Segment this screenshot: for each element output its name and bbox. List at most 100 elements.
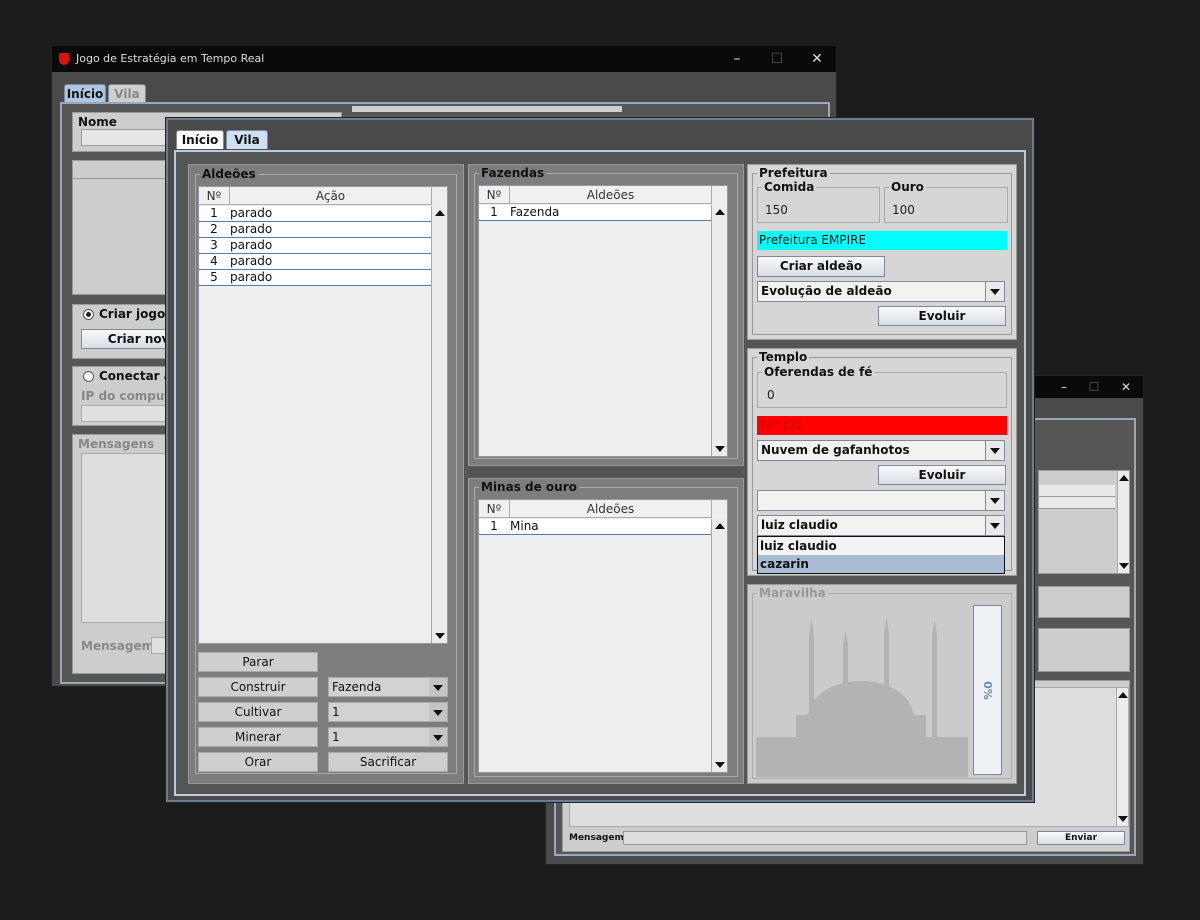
scroll-down-icon[interactable] [715, 446, 725, 452]
tab-vila[interactable]: Vila [108, 84, 146, 103]
table-row[interactable]: 1 parado [199, 206, 432, 222]
orar-button[interactable]: Orar [198, 752, 318, 772]
table-row[interactable]: 1 Fazenda [479, 205, 712, 221]
criar-aldeao-button[interactable]: Criar aldeão [757, 256, 885, 277]
minimize-icon[interactable]: – [1049, 376, 1079, 398]
row-value: parado [230, 238, 273, 252]
sacrificar-button[interactable]: Sacrificar [328, 752, 448, 772]
evolucao-select[interactable]: Evolução de aldeão [757, 281, 1005, 302]
close-icon[interactable]: ✕ [1111, 376, 1141, 398]
fazendas-title: Fazendas [479, 166, 547, 180]
chevron-down-icon[interactable] [985, 491, 1004, 510]
templo-title: Templo [757, 350, 810, 364]
table-row[interactable]: 1 Mina [479, 519, 712, 535]
criar-jogo-radio[interactable] [83, 309, 94, 320]
maravilha-progress-bar: 0% [973, 605, 1002, 775]
enviar-button[interactable]: Enviar [1037, 831, 1125, 845]
col-acao-header[interactable]: Ação [230, 187, 432, 205]
player-dropdown-list[interactable]: luiz claudio cazarin [757, 536, 1005, 574]
players-table [1038, 470, 1130, 574]
chevron-down-icon[interactable] [429, 678, 447, 696]
parar-button[interactable]: Parar [198, 652, 318, 672]
aldeoes-scrollbar[interactable] [431, 206, 447, 643]
mensagem-input[interactable] [623, 831, 1027, 845]
fazendas-panel: Fazendas Nº Aldeões 1 Fazenda [468, 164, 744, 466]
close-icon[interactable]: ✕ [802, 46, 832, 72]
construir-select[interactable]: Fazenda [328, 677, 448, 697]
construir-button[interactable]: Construir [198, 677, 318, 697]
chevron-down-icon[interactable] [985, 516, 1004, 535]
chevron-down-icon[interactable] [429, 703, 447, 721]
minerar-select-value: 1 [332, 730, 340, 744]
tab-vila[interactable]: Vila [226, 130, 268, 149]
info-box [1038, 628, 1130, 672]
minimize-icon[interactable]: – [722, 46, 752, 72]
templo-status: Templo [757, 416, 1007, 435]
table-row[interactable]: 3 parado [199, 238, 432, 254]
aldeoes-table[interactable]: Nº Ação 1 parado 2 parado 3 parado 4 parado … [198, 186, 448, 644]
construir-select-value: Fazenda [332, 680, 382, 694]
col-aldeoes-header[interactable]: Aldeões [510, 186, 712, 204]
table-row[interactable]: 5 parado [199, 270, 432, 286]
scroll-down-icon[interactable] [435, 633, 445, 639]
status-strip [352, 106, 622, 112]
templo-empty-select[interactable] [757, 490, 1005, 511]
row-number: 1 [490, 205, 498, 219]
row-number: 5 [210, 270, 218, 284]
row-value: parado [230, 254, 273, 268]
scrollbar[interactable] [1116, 688, 1128, 826]
cultivar-button[interactable]: Cultivar [198, 702, 318, 722]
scroll-up-icon[interactable] [715, 523, 725, 529]
minerar-button[interactable]: Minerar [198, 727, 318, 747]
row-number: 3 [210, 238, 218, 252]
conectar-radio[interactable] [83, 371, 94, 382]
ouro-value: 100 [892, 203, 915, 217]
evolucao-select-value: Evolução de aldeão [761, 284, 892, 298]
cultivar-select[interactable]: 1 [328, 702, 448, 722]
templo-evoluir-button[interactable]: Evoluir [878, 465, 1006, 485]
maximize-icon[interactable]: ☐ [1079, 376, 1109, 398]
aldeoes-panel: Aldeões Nº Ação 1 parado 2 parado 3 parado … [188, 164, 464, 784]
player-select[interactable]: luiz claudio [757, 515, 1005, 536]
mensagem-label: Mensagem [81, 639, 155, 653]
tab-inicio[interactable]: Início [176, 130, 224, 149]
comida-value: 150 [765, 203, 788, 217]
chevron-down-icon[interactable] [985, 282, 1004, 301]
player-select-value: luiz claudio [761, 518, 838, 532]
col-num-header[interactable]: Nº [199, 187, 230, 205]
main-window: Início Vila Aldeões Nº Ação 1 parado 2 par… [166, 118, 1034, 802]
maravilha-title: Maravilha [757, 586, 828, 600]
col-num-header[interactable]: Nº [479, 500, 510, 518]
chevron-down-icon[interactable] [429, 728, 447, 746]
aldeoes-title: Aldeões [200, 167, 258, 181]
comida-group: Comida 150 [757, 180, 880, 223]
tab-inicio[interactable]: Início [64, 84, 106, 103]
maximize-icon[interactable]: ☐ [762, 46, 792, 72]
info-box [1038, 586, 1130, 618]
table-row[interactable]: 4 parado [199, 254, 432, 270]
fazendas-scrollbar[interactable] [711, 205, 727, 456]
prefeitura-evoluir-button[interactable]: Evoluir [878, 306, 1006, 326]
table-row[interactable]: 2 parado [199, 222, 432, 238]
row-value: parado [230, 206, 273, 220]
templo-select-value: Nuvem de gafanhotos [761, 443, 910, 457]
dropdown-option-selected[interactable]: cazarin [758, 555, 1004, 573]
scroll-up-icon[interactable] [435, 210, 445, 216]
app-shield-icon [59, 53, 69, 65]
minas-title: Minas de ouro [479, 480, 579, 494]
templo-select[interactable]: Nuvem de gafanhotos [757, 440, 1005, 461]
scroll-down-icon[interactable] [715, 762, 725, 768]
window-title: Jogo de Estratégia em Tempo Real [76, 52, 265, 65]
minerar-select[interactable]: 1 [328, 727, 448, 747]
col-num-header[interactable]: Nº [479, 186, 510, 204]
scroll-up-icon[interactable] [715, 209, 725, 215]
row-value: Mina [510, 519, 539, 533]
chevron-down-icon[interactable] [985, 441, 1004, 460]
scrollbar[interactable] [1117, 471, 1129, 573]
minas-scrollbar[interactable] [711, 519, 727, 772]
minas-table[interactable]: Nº Aldeões 1 Mina [478, 499, 728, 773]
fazendas-table[interactable]: Nº Aldeões 1 Fazenda [478, 185, 728, 457]
col-aldeoes-header[interactable]: Aldeões [510, 500, 712, 518]
dropdown-option[interactable]: luiz claudio [758, 537, 1004, 555]
row-value: Fazenda [510, 205, 560, 219]
